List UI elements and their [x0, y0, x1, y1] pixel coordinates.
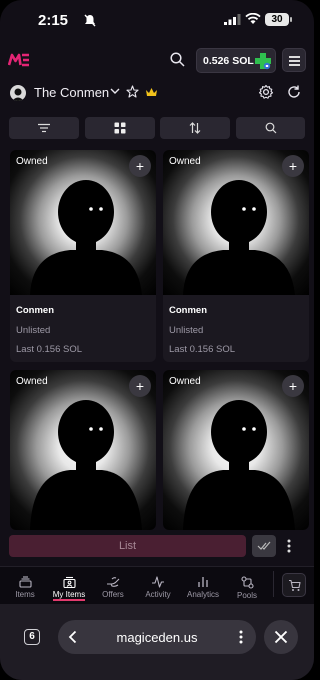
close-button[interactable] [264, 620, 298, 654]
wifi-icon [245, 13, 261, 24]
status-time: 2:15 [38, 12, 69, 29]
divider [273, 571, 274, 597]
bar-chart-icon [198, 577, 208, 587]
collection-avatar [10, 85, 26, 101]
wallet-balance: 0.526 SOL [203, 55, 254, 67]
browser-toolbar: 6 magiceden.us [0, 604, 314, 680]
tab-offers[interactable]: Offers [90, 567, 136, 599]
cart-button[interactable] [282, 573, 306, 597]
tab-my-items[interactable]: My Items [46, 567, 92, 599]
more-vertical-icon[interactable] [239, 630, 243, 644]
url-text: magiceden.us [116, 630, 198, 645]
star-icon[interactable] [126, 85, 139, 98]
active-tab-indicator [53, 599, 85, 601]
close-icon [274, 630, 288, 644]
battery-icon: 30 [265, 13, 292, 26]
tab-pools[interactable]: Pools [224, 567, 270, 600]
refresh-icon[interactable] [286, 84, 302, 100]
card-name: Conmen [169, 305, 207, 316]
nft-image: Owned + [163, 370, 309, 530]
status-bar: 2:15 30 [0, 0, 314, 40]
person-stack-icon [62, 576, 76, 588]
signal-icon [224, 14, 241, 25]
gear-icon[interactable] [258, 84, 274, 100]
menu-icon [289, 56, 300, 58]
search-icon[interactable] [170, 52, 185, 67]
app-screen: 2:15 30 0.526 SOL The Conmen Owned + Con… [0, 0, 314, 680]
bell-muted-icon [84, 14, 96, 27]
menu-button[interactable] [282, 48, 306, 72]
owned-badge: Owned [16, 156, 48, 167]
bottom-tab-bar: Items My Items Offers Activity Analytics… [0, 566, 314, 604]
card-status: Unlisted [169, 325, 204, 336]
tabs-count-button[interactable]: 6 [24, 629, 40, 645]
cart-icon [289, 579, 301, 591]
more-vertical-icon[interactable] [287, 539, 291, 553]
collection-name[interactable]: The Conmen [34, 85, 109, 100]
nft-card[interactable]: Owned + Conmen Unlisted Last 0.156 SOL [10, 150, 156, 362]
search-items-button[interactable] [236, 117, 305, 139]
owned-badge: Owned [16, 376, 48, 387]
sort-button[interactable] [160, 117, 230, 139]
card-last-price: Last 0.156 SOL [169, 344, 236, 355]
sort-icon [189, 122, 201, 134]
card-last-price: Last 0.156 SOL [16, 344, 83, 355]
pools-icon [240, 576, 254, 589]
add-to-list-button[interactable]: + [129, 155, 151, 177]
card-status: Unlisted [16, 325, 51, 336]
select-all-button[interactable] [252, 535, 276, 557]
list-button[interactable]: List [9, 535, 246, 557]
owned-badge: Owned [169, 156, 201, 167]
chevron-down-icon[interactable] [110, 87, 120, 95]
wallet-button[interactable]: 0.526 SOL [196, 48, 276, 73]
owned-badge: Owned [169, 376, 201, 387]
tab-activity[interactable]: Activity [135, 567, 181, 599]
filter-icon [38, 123, 50, 133]
tab-items[interactable]: Items [2, 567, 48, 599]
search-icon [265, 122, 276, 134]
card-name: Conmen [16, 305, 54, 316]
add-to-list-button[interactable]: + [282, 155, 304, 177]
stack-icon [18, 576, 32, 588]
add-to-list-button[interactable]: + [282, 375, 304, 397]
nft-card[interactable]: Owned + [163, 370, 309, 530]
hand-icon [107, 577, 120, 587]
add-to-list-button[interactable]: + [129, 375, 151, 397]
grid-view-button[interactable] [85, 117, 155, 139]
nft-image: Owned + [10, 370, 156, 530]
nft-card[interactable]: Owned + Conmen Unlisted Last 0.156 SOL [163, 150, 309, 362]
filter-button[interactable] [9, 117, 79, 139]
crown-icon [146, 88, 157, 96]
nft-card[interactable]: Owned + [10, 370, 156, 530]
double-check-icon [257, 541, 271, 550]
wallet-avatar-icon [255, 53, 271, 70]
activity-icon [152, 576, 164, 588]
nft-image: Owned + [163, 150, 309, 295]
url-bar[interactable]: magiceden.us [58, 620, 256, 654]
tab-analytics[interactable]: Analytics [180, 567, 226, 599]
magic-eden-logo[interactable] [8, 52, 30, 68]
grid-icon [114, 122, 126, 134]
nft-image: Owned + [10, 150, 156, 295]
